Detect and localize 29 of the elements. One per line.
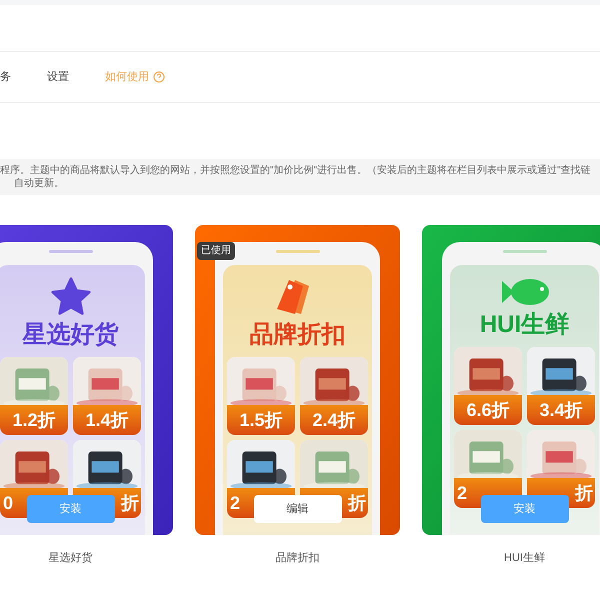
discount-label: 2.4折	[300, 405, 368, 435]
discount-label: 6.6折	[454, 395, 522, 425]
theme-name: HUI生鲜	[504, 551, 545, 566]
notice-text: 程序。主题中的商品将默认导入到您的网站，并按照您设置的"加价比例"进行出售。（安装后的主题将在栏目列表中展示或通过"查找链	[0, 164, 592, 177]
edit-button[interactable]: 编辑	[254, 495, 342, 523]
discount-label: 1.4折	[73, 405, 141, 435]
in-use-badge: 已使用	[197, 242, 235, 260]
help-icon	[153, 71, 165, 83]
theme-name: 星选好货	[48, 551, 92, 566]
theme-title: HUI生鲜	[480, 313, 570, 337]
phone-handle	[502, 250, 546, 253]
theme-title: 品牌折扣	[250, 323, 346, 347]
tab[interactable]: 务	[0, 68, 11, 86]
discount-label: 1.5折	[227, 405, 295, 435]
theme-title: 星选好货	[22, 323, 118, 347]
star-icon	[50, 277, 92, 317]
theme-name: 品牌折扣	[276, 551, 320, 566]
theme-card[interactable]: 星选好货 1.2折 1.4折 0 安装 折	[0, 225, 173, 535]
install-button[interactable]: 安装	[26, 495, 114, 523]
theme-card[interactable]: 已使用 品牌折扣 1.5折 2.4折 2 编辑 折	[195, 225, 400, 535]
phone-handle	[48, 250, 92, 253]
install-button[interactable]: 安装	[480, 495, 568, 523]
theme-card[interactable]: HUI生鲜 6.6折 3.4折 2 安装 折	[422, 225, 600, 535]
tab[interactable]: 设置	[47, 68, 69, 86]
discount-label: 3.4折	[527, 395, 595, 425]
phone-handle	[276, 250, 320, 253]
notice-text: 自动更新。	[13, 177, 65, 190]
discount-label: 1.2折	[0, 405, 68, 435]
fish-icon	[500, 277, 550, 307]
